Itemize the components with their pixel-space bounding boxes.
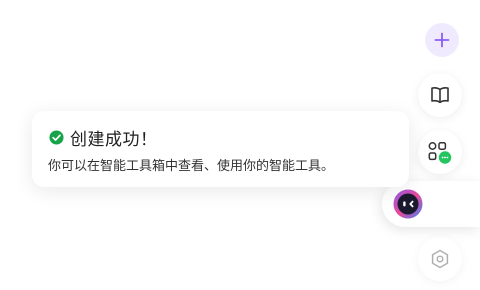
- assistant-avatar-icon: [393, 189, 423, 219]
- plus-icon: [434, 32, 450, 48]
- apps-button[interactable]: [418, 130, 462, 174]
- check-circle-icon: [49, 130, 64, 145]
- book-icon: [431, 87, 449, 104]
- settings-button[interactable]: [418, 237, 462, 281]
- new-chat-button[interactable]: [425, 23, 459, 57]
- toast-header: 创建成功！: [49, 125, 158, 150]
- apps-grid-icon: [428, 142, 452, 164]
- hexagon-settings-icon: [431, 249, 449, 269]
- toast-title: 创建成功！: [70, 130, 158, 150]
- success-toast: 创建成功！ 你可以在智能工具箱中查看、使用你的智能工具。: [32, 111, 409, 187]
- library-button[interactable]: [418, 73, 462, 117]
- toast-message: 你可以在智能工具箱中查看、使用你的智能工具。: [48, 159, 335, 174]
- assistant-tab[interactable]: [382, 181, 480, 227]
